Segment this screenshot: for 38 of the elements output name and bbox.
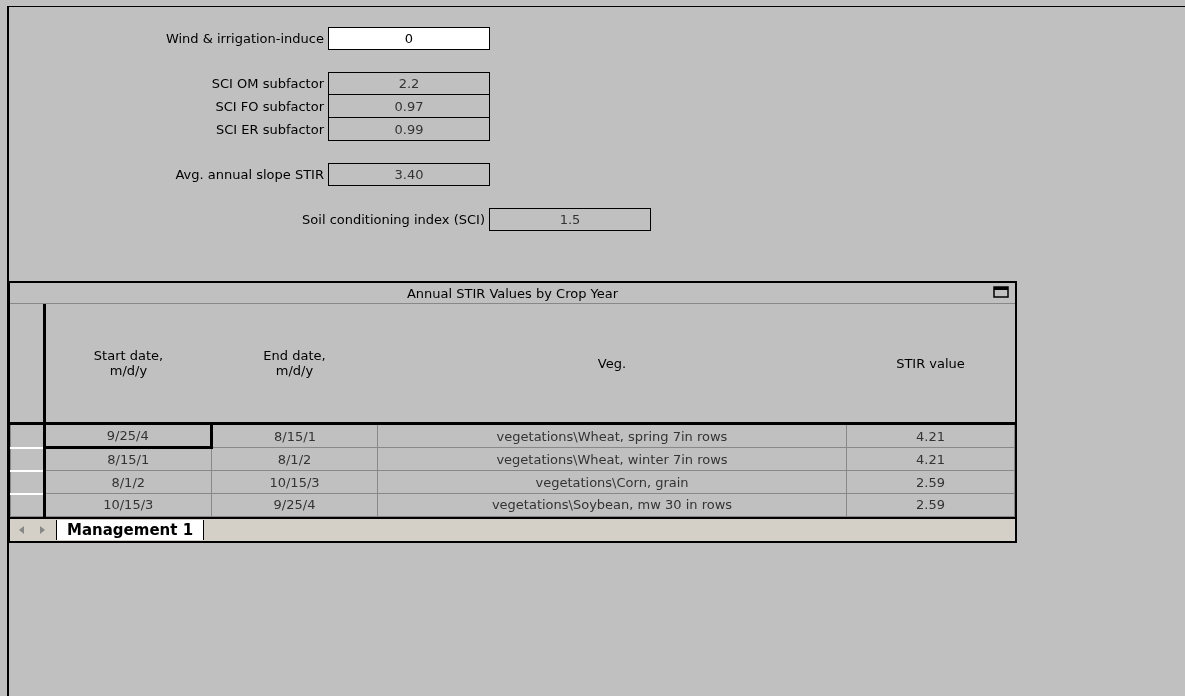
maximize-icon[interactable] (993, 286, 1009, 298)
field-label: SCI ER subfactor (214, 122, 325, 137)
input-field[interactable]: 3.40 (328, 163, 490, 186)
table-cell: 8/15/1 (211, 423, 378, 448)
input-field[interactable]: 0.97 (328, 95, 490, 118)
table-cell: vegetations\Wheat, winter 7in rows (377, 447, 847, 471)
input-field[interactable]: 0.99 (328, 118, 490, 141)
column-header: STIR value (846, 304, 1015, 424)
table-cell: 9/25/4 (211, 493, 378, 516)
table-cell: vegetations\Soybean, mw 30 in rows (377, 493, 847, 516)
sheet-tab[interactable]: Management 1 (56, 519, 205, 540)
table-cell: 10/15/3 (211, 470, 378, 494)
input-field[interactable]: 2.2 (328, 72, 490, 95)
table-cell: 2.59 (846, 470, 1015, 494)
field-label: SCI FO subfactor (214, 99, 325, 114)
table-cell: 8/15/1 (44, 447, 212, 471)
column-header: Veg. (377, 304, 847, 424)
table-cell: 8/1/2 (44, 470, 212, 494)
field-label: Avg. annual slope STIR (174, 167, 325, 182)
table-cell: 4.21 (846, 447, 1015, 471)
table-cell: 4.21 (846, 423, 1015, 448)
field-label: Soil conditioning index (SCI) (301, 212, 486, 227)
table-cell: vegetations\Corn, grain (377, 470, 847, 494)
row-header[interactable] (10, 423, 44, 448)
table-cell: 2.59 (846, 493, 1015, 516)
field-label: SCI OM subfactor (210, 76, 325, 91)
table-cell: 9/25/4 (44, 423, 212, 448)
table-cell: vegetations\Wheat, spring 7in rows (377, 423, 847, 448)
table-cell: 8/1/2 (211, 447, 378, 471)
input-field[interactable]: 1.5 (489, 208, 651, 231)
row-header[interactable] (10, 470, 44, 494)
input-field[interactable]: 0 (328, 27, 490, 50)
column-header: Start date, m/d/y (44, 304, 212, 424)
field-label: Wind & irrigation-induce (164, 31, 325, 46)
table-cell: 10/15/3 (44, 493, 212, 516)
row-header[interactable] (10, 447, 44, 471)
column-header: End date, m/d/y (211, 304, 378, 424)
table-title: Annual STIR Values by Crop Year (406, 285, 619, 301)
